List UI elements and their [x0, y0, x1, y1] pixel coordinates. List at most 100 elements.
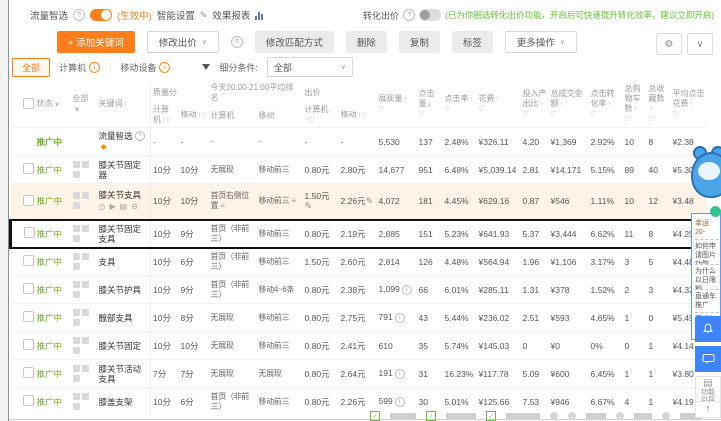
cell-clicks: 35	[418, 340, 428, 351]
rank-list-icon[interactable]: ≡	[291, 196, 296, 205]
smart-setting-link[interactable]: 智能设置	[157, 8, 195, 22]
add-keyword-button[interactable]: + 添加关键词	[57, 31, 135, 53]
legend-icon	[550, 412, 558, 420]
gear-icon: ⚙	[664, 38, 674, 50]
col-status[interactable]: 状态 ∨	[34, 82, 71, 128]
edit-bid-icon[interactable]: ✎	[305, 201, 313, 211]
keyword-text[interactable]: 膝关节活动支具	[99, 364, 142, 384]
faq-item[interactable]: 为什么以日限额	[695, 265, 719, 290]
copy-button[interactable]: 复制	[398, 31, 440, 53]
history-icon[interactable]: ◷	[99, 202, 106, 212]
col-carts[interactable]: 总购物车数↑ ▽	[622, 82, 647, 128]
tab-mobile[interactable]: 移动设备 i	[120, 61, 171, 74]
col-cost[interactable]: 花费↑ ▽	[476, 82, 521, 128]
cell-quality-pc: 10分	[153, 340, 171, 351]
play-icon[interactable]: ▶	[109, 202, 115, 212]
row-checkbox[interactable]	[22, 367, 34, 378]
col-rank-pc-label: 计算机	[210, 110, 235, 120]
modify-match-button[interactable]: 修改匹配方式	[254, 31, 334, 53]
remove-icon[interactable]: ⊖	[131, 202, 138, 212]
convert-bid-toggle[interactable]	[419, 9, 442, 21]
cell-checkbox	[11, 156, 35, 184]
row-checkbox[interactable]	[24, 227, 35, 238]
row-checkbox[interactable]	[22, 339, 34, 350]
col-quality-mobile[interactable]: 移动↑▽	[178, 104, 209, 128]
cell-bid-pc: 0.80元	[304, 340, 330, 351]
filter-select[interactable]: 全部 ∨	[266, 57, 353, 77]
modify-bid-select[interactable]: 修改出价 ∨	[146, 31, 219, 53]
col-quality-pc[interactable]: 计算机↑▽	[150, 104, 179, 128]
keyword-text[interactable]: 膝关节固定器	[99, 160, 142, 180]
keyword-text[interactable]: 膝关节护具	[99, 285, 142, 295]
modify-bid-label: 修改出价	[158, 38, 197, 49]
cell-status: 推广中	[35, 184, 71, 220]
cell-checkbox	[11, 304, 35, 332]
faq-item[interactable]: 幸运20-	[695, 217, 719, 240]
cell-device-icons	[71, 156, 97, 184]
col-impressions[interactable]: 展现量↑ ▽	[376, 82, 417, 128]
col-keyword[interactable]: 关键词↑	[96, 82, 151, 128]
cell-impressions: 610	[378, 340, 393, 351]
keyword-text[interactable]: 膝关节支具	[99, 190, 142, 200]
report-link[interactable]: 效果报表	[212, 8, 250, 22]
col-favs[interactable]: 总收藏数↑ ▽	[646, 82, 671, 128]
row-checkbox[interactable]	[22, 194, 34, 206]
keyword-text[interactable]: 髋部支具	[99, 313, 133, 323]
row-checkbox[interactable]	[22, 255, 34, 267]
faq-item[interactable]: 如何申请图片功能	[695, 240, 719, 265]
table-row: 推广中 膝关节支具 ◷ ▶ ▤ ⊖ 10分 10分 首页右侧位置 ≡ 移动前三 ≡ 1.50元✎ 2.26…	[10, 183, 707, 220]
chart-icon[interactable]	[255, 11, 264, 20]
cell-gmv: ¥546	[550, 196, 570, 207]
cell-cvr: 6.62%	[588, 218, 623, 249]
edit-bid-icon[interactable]: ✎	[366, 196, 374, 206]
settings-button[interactable]: ⚙	[656, 33, 682, 55]
assistant-mascot[interactable]	[691, 146, 721, 198]
col-bid-pc[interactable]: 计算机↑▽	[302, 104, 339, 128]
cell-clicks: 137	[418, 136, 433, 147]
row-checkbox[interactable]	[22, 395, 34, 407]
col-cpc[interactable]: 平均点击花费↑ ▽	[670, 82, 707, 128]
col-bid-mobile[interactable]: 移动↑▽	[338, 104, 377, 128]
cell-cvr: 5.15%	[590, 164, 615, 175]
row-checkbox[interactable]	[22, 311, 34, 322]
cell-keyword: 膝关节活动支具	[96, 359, 151, 388]
col-roi[interactable]: 投入产出比↑ ▽	[520, 82, 549, 128]
row-checkbox[interactable]	[22, 163, 34, 174]
row-checkbox[interactable]	[22, 283, 34, 294]
tab-pc[interactable]: 计算机 i	[59, 61, 101, 74]
cell-quality-pc: 10分	[153, 312, 171, 323]
col-ctr[interactable]: 点击率↑ ▽	[442, 82, 477, 128]
select-all-checkbox[interactable]	[22, 97, 34, 109]
more-actions-select[interactable]: 更多操作 ∨	[504, 31, 578, 53]
chat-button[interactable]	[695, 346, 721, 372]
col-gmv[interactable]: 总成交金额↑ ▽	[548, 82, 589, 128]
col-clicks[interactable]: 点击量↓ ▽	[416, 82, 443, 128]
notifications-button[interactable]	[695, 316, 721, 342]
report-icon[interactable]: ▤	[120, 202, 128, 212]
cell-gmv: ¥14,171	[550, 164, 582, 175]
keyword-text[interactable]: 流量智选	[99, 131, 133, 141]
col-quality-mobile-label: 移动	[180, 110, 197, 119]
col-cvr[interactable]: 点击转化率↑ ▽	[588, 82, 623, 128]
device-icon	[72, 224, 80, 232]
keyword-text[interactable]: 膝关节固定	[99, 341, 142, 351]
delete-button[interactable]: 删除	[345, 31, 387, 53]
legend-icon	[568, 412, 576, 420]
faq-item[interactable]: 直通车推广	[695, 290, 719, 313]
keyword-text[interactable]: 膝关节固定支具	[99, 224, 142, 244]
cell-ctr: 6.48%	[444, 164, 469, 175]
cell-rank-pc: 无展现	[210, 164, 234, 174]
rank-list-icon[interactable]: ≡	[220, 201, 225, 210]
flow-smart-toggle[interactable]	[90, 9, 113, 21]
cell-gmv: ¥378	[550, 284, 570, 295]
back-to-top-button[interactable]: ↑	[695, 401, 721, 418]
collapse-button[interactable]: ∨	[687, 33, 713, 55]
col-device[interactable]: 全部∨	[70, 82, 97, 128]
keyword-text[interactable]: 膝盖支架	[99, 397, 133, 407]
tag-button[interactable]: 标签	[451, 31, 493, 53]
tab-all[interactable]: 全部	[12, 57, 51, 77]
cell-favs: 3	[648, 284, 654, 295]
edit-icon[interactable]: ✎	[200, 10, 208, 21]
keyword-text[interactable]: 支具	[99, 257, 116, 267]
cell-keyword: 膝关节固定	[96, 331, 151, 360]
